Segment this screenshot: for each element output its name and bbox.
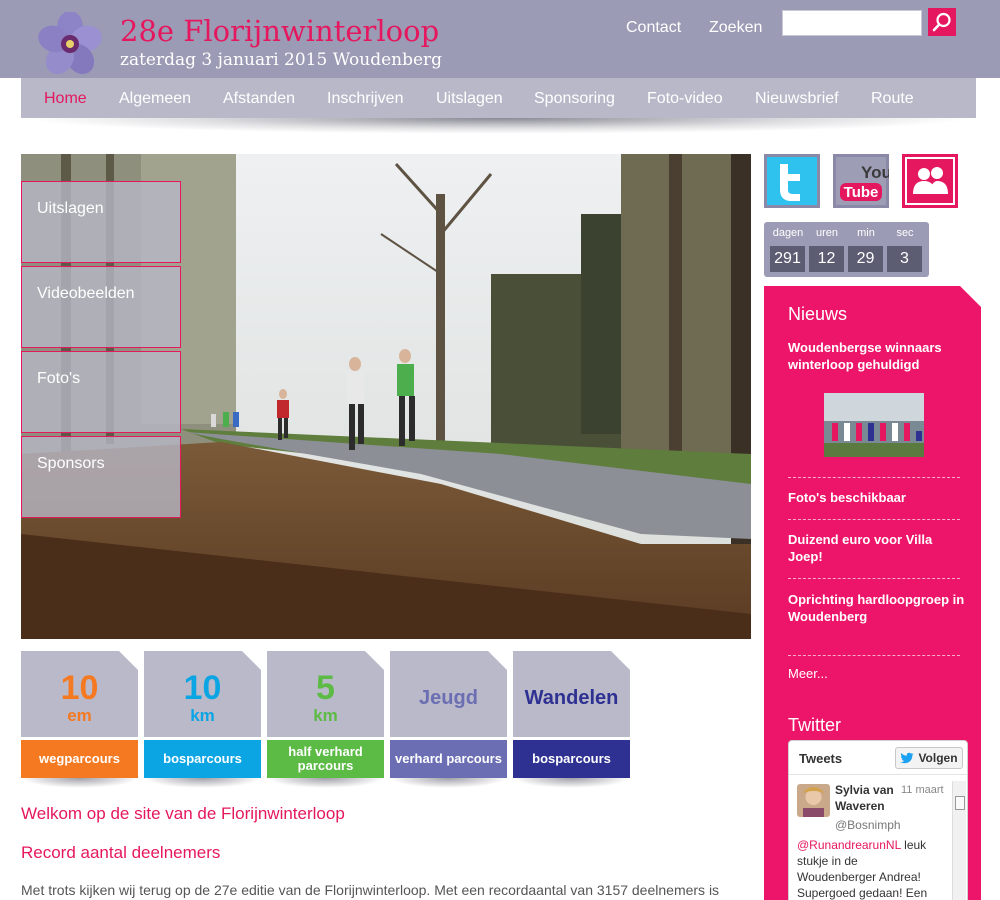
tile-label: Uitslagen [37, 200, 104, 217]
countdown-minutes-value: 29 [848, 246, 883, 272]
news-more-link[interactable]: Meer... [788, 666, 828, 681]
card-label: half verhard parcours [267, 740, 384, 778]
news-separator [788, 477, 960, 478]
card-shadow [21, 778, 138, 788]
tile-label: Videobeelden [37, 285, 135, 302]
nav-item-afstanden[interactable]: Afstanden [223, 90, 295, 108]
nav-shadow [21, 118, 976, 134]
card-10-em[interactable]: 10 em wegparcours [21, 651, 138, 788]
welcome-heading: Welkom op de site van de Florijnwinterlo… [21, 804, 345, 823]
site-subtitle: zaterdag 3 januari 2015 Woudenberg [120, 50, 443, 70]
news-heading: Nieuws [788, 304, 848, 324]
card-jeugd[interactable]: Jeugd verhard parcours [390, 651, 507, 788]
news-item[interactable]: Woudenbergse winnaars winterloop gehuldi… [788, 339, 968, 373]
nav-item-route[interactable]: Route [871, 90, 914, 108]
follow-label: Volgen [918, 751, 958, 765]
countdown-seconds-label: sec [896, 227, 914, 239]
tweets-title: Tweets [799, 751, 843, 766]
card-10-km[interactable]: 10 km bosparcours [144, 651, 261, 788]
article-heading[interactable]: Record aantal deelnemers [21, 843, 220, 863]
countdown-days-label: dagen [772, 227, 804, 239]
card-unit: em [67, 706, 92, 725]
twitter-widget: Tweets Volgen Sylvia van Waveren 11 maar… [788, 740, 968, 900]
search-button[interactable] [928, 8, 956, 36]
search-input[interactable] [782, 10, 922, 36]
card-value: 10 [183, 669, 222, 707]
card-shadow [513, 778, 630, 788]
card-value: Jeugd [419, 687, 478, 709]
card-value: 5 [316, 669, 335, 707]
card-unit: km [313, 706, 338, 725]
twitter-button[interactable] [764, 154, 820, 208]
youtube-button[interactable]: You Tube [833, 154, 892, 208]
nav-item-foto-video[interactable]: Foto-video [647, 90, 723, 108]
youtube-you-text: You [861, 163, 889, 182]
news-separator [788, 578, 960, 579]
tile-sponsors[interactable]: Sponsors [21, 436, 181, 518]
search-icon [932, 12, 951, 32]
tweet-date[interactable]: 11 maart [901, 784, 944, 796]
nav-item-uitslagen[interactable]: Uitslagen [436, 90, 503, 108]
nav-item-inschrijven[interactable]: Inschrijven [327, 90, 403, 108]
follow-button[interactable]: Volgen [895, 747, 963, 769]
tile-videobeelden[interactable]: Videobeelden [21, 266, 181, 348]
tile-label: Sponsors [37, 455, 105, 472]
nav-item-home[interactable]: Home [44, 90, 87, 108]
community-button[interactable] [902, 154, 958, 208]
twitter-icon [764, 154, 820, 208]
card-shadow [144, 778, 261, 788]
countdown-seconds-value: 3 [887, 246, 922, 272]
tweet-text: @RunandrearunNL leuk stukje in de Wouden… [797, 837, 937, 900]
card-label: bosparcours [144, 740, 261, 778]
card-value: 10 [60, 669, 99, 707]
news-item[interactable]: Oprichting hardloopgroep in Woudenberg [788, 591, 968, 625]
news-item[interactable]: Duizend euro voor Villa Joep! [788, 531, 968, 565]
youtube-icon: You Tube [833, 154, 892, 208]
avatar[interactable] [797, 784, 830, 817]
tile-uitslagen[interactable]: Uitslagen [21, 181, 181, 263]
news-separator [788, 519, 960, 520]
nav-item-nieuwsbrief[interactable]: Nieuwsbrief [755, 90, 839, 108]
tweet-author-handle[interactable]: @Bosnimph [835, 818, 901, 832]
countdown-hours-value: 12 [809, 246, 844, 272]
card-label: wegparcours [21, 740, 138, 778]
news-item[interactable]: Foto's beschikbaar [788, 489, 968, 506]
tweet-author-name[interactable]: Sylvia van Waveren [835, 782, 901, 814]
card-shadow [390, 778, 507, 788]
nav-item-algemeen[interactable]: Algemeen [119, 90, 191, 108]
card-value: Wandelen [524, 687, 619, 709]
widget-scrollbar[interactable] [952, 781, 966, 900]
site-title[interactable]: 28e Florijnwinterloop [120, 14, 439, 48]
article-text: Met trots kijken wij terug op de 27e edi… [21, 882, 720, 898]
youtube-tube-text: Tube [844, 184, 879, 201]
search-link[interactable]: Zoeken [709, 19, 762, 37]
countdown-days-value: 291 [770, 246, 805, 272]
countdown-hours-label: uren [815, 227, 839, 239]
contact-link[interactable]: Contact [626, 19, 681, 37]
news-separator [788, 655, 960, 656]
twitter-bird-icon [900, 752, 915, 764]
tile-fotos[interactable]: Foto's [21, 351, 181, 433]
card-wandelen[interactable]: Wandelen bosparcours [513, 651, 630, 788]
scrollbar-thumb[interactable] [955, 796, 965, 810]
card-unit: km [190, 706, 215, 725]
tile-label: Foto's [37, 370, 81, 387]
news-thumbnail[interactable] [824, 393, 924, 457]
card-shadow [267, 778, 384, 788]
card-label: verhard parcours [390, 740, 507, 778]
tweet-mention[interactable]: @RunandrearunNL [797, 838, 901, 852]
site-header: 28e Florijnwinterloop zaterdag 3 januari… [0, 0, 1000, 78]
widget-divider [789, 774, 967, 775]
countdown-minutes-label: min [857, 227, 875, 239]
twitter-heading: Twitter [788, 715, 842, 735]
site-logo[interactable] [34, 11, 106, 76]
card-label: bosparcours [513, 740, 630, 778]
nav-item-sponsoring[interactable]: Sponsoring [534, 90, 615, 108]
main-nav: Home Algemeen Afstanden Inschrijven Uits… [21, 78, 976, 118]
card-5-km[interactable]: 5 km half verhard parcours [267, 651, 384, 788]
community-icon [902, 154, 958, 208]
countdown: dagen uren min sec 291 12 29 3 [764, 222, 929, 277]
